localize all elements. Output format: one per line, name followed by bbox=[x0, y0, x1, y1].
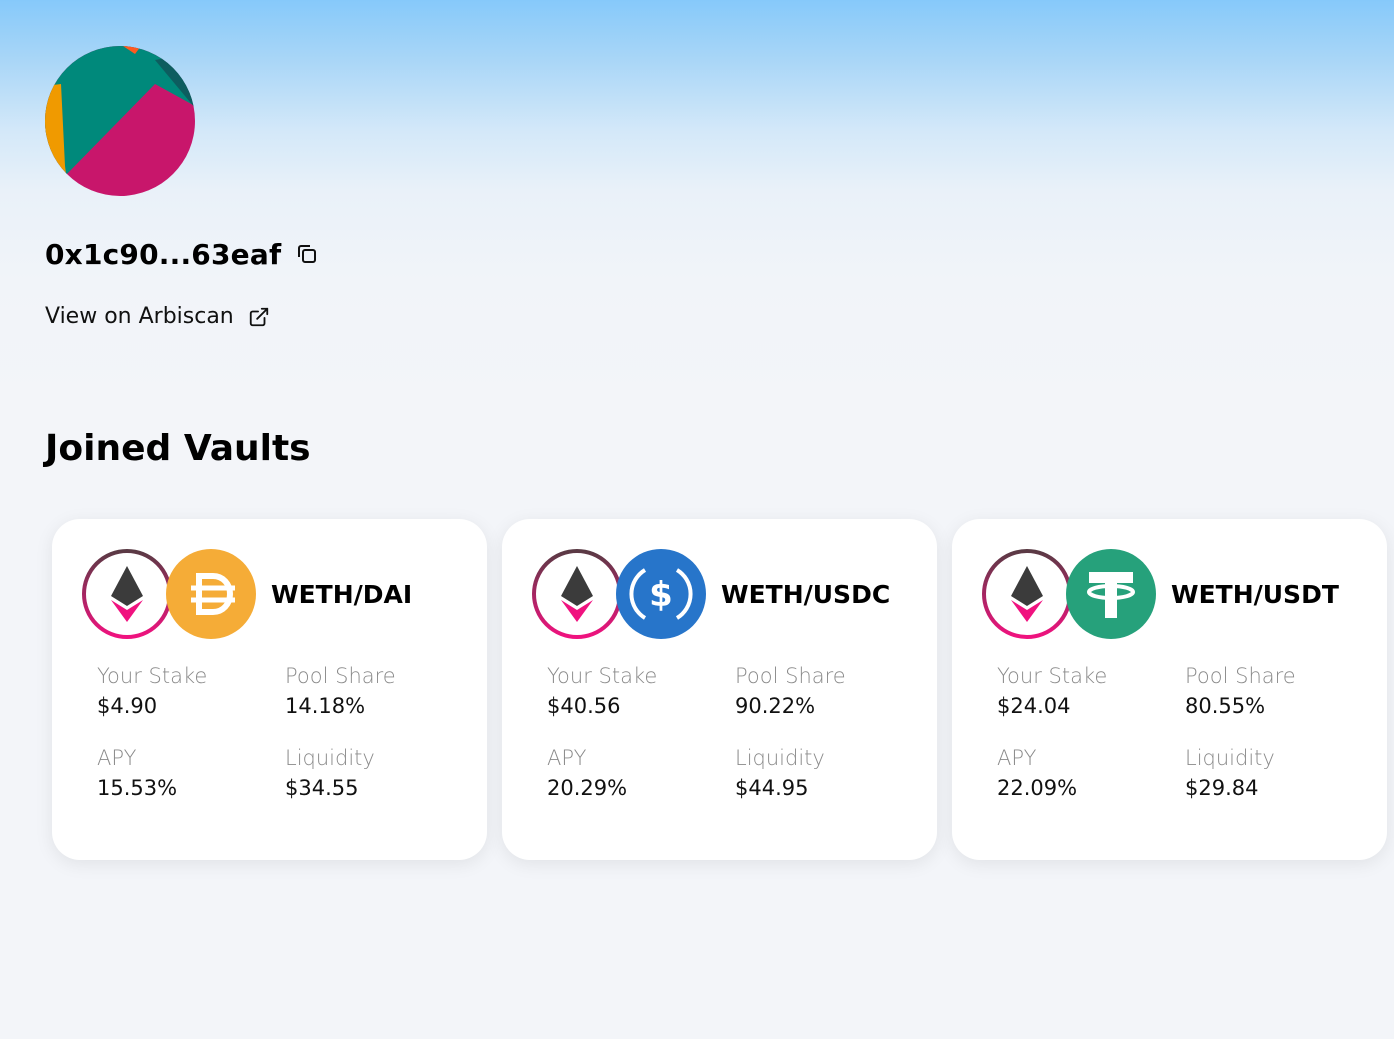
stat-value: $4.90 bbox=[97, 694, 158, 718]
vault-stats: Your Stake $24.04 Pool Share 80.55% APY … bbox=[997, 664, 1373, 800]
stat-liquidity: Liquidity $44.95 bbox=[735, 746, 923, 800]
svg-text:$: $ bbox=[649, 575, 673, 615]
vault-stats: Your Stake $40.56 Pool Share 90.22% APY … bbox=[547, 664, 923, 800]
stat-label: Liquidity bbox=[1185, 746, 1275, 770]
stat-label: APY bbox=[997, 746, 1037, 770]
stat-label: Your Stake bbox=[997, 664, 1108, 688]
stat-your-stake: Your Stake $24.04 bbox=[997, 664, 1185, 718]
stat-value: $24.04 bbox=[997, 694, 1071, 718]
avatar bbox=[45, 46, 195, 196]
vault-card-header: WETH/USDT bbox=[981, 548, 1339, 640]
weth-icon bbox=[981, 548, 1073, 640]
wallet-address: 0x1c90...63eaf bbox=[45, 237, 282, 271]
weth-icon bbox=[531, 548, 623, 640]
stat-value: 14.18% bbox=[285, 694, 366, 718]
stat-your-stake: Your Stake $4.90 bbox=[97, 664, 285, 718]
vault-pair-name: WETH/USDT bbox=[1171, 579, 1339, 609]
stat-pool-share: Pool Share 90.22% bbox=[735, 664, 923, 718]
stat-pool-share: Pool Share 80.55% bbox=[1185, 664, 1373, 718]
vault-stats: Your Stake $4.90 Pool Share 14.18% APY 1… bbox=[97, 664, 473, 800]
section-title: Joined Vaults bbox=[45, 428, 311, 469]
stat-label: APY bbox=[97, 746, 137, 770]
arbiscan-link-label: View on Arbiscan bbox=[45, 304, 234, 329]
stat-value: $29.84 bbox=[1185, 776, 1259, 800]
stat-label: Your Stake bbox=[97, 664, 208, 688]
copy-icon[interactable] bbox=[295, 242, 319, 266]
stat-apy: APY 15.53% bbox=[97, 746, 285, 800]
vault-cards: WETH/DAI Your Stake $4.90 Pool Share 14.… bbox=[52, 519, 1387, 860]
vault-card-header: WETH/DAI bbox=[81, 548, 412, 640]
stat-label: Pool Share bbox=[735, 664, 846, 688]
stat-value: $40.56 bbox=[547, 694, 621, 718]
vault-card-header: $ WETH/USDC bbox=[531, 548, 890, 640]
stat-your-stake: Your Stake $40.56 bbox=[547, 664, 735, 718]
stat-value: 90.22% bbox=[735, 694, 816, 718]
stat-value: 15.53% bbox=[97, 776, 178, 800]
stat-pool-share: Pool Share 14.18% bbox=[285, 664, 473, 718]
external-link-icon bbox=[248, 306, 270, 328]
stat-value: $44.95 bbox=[735, 776, 809, 800]
stat-apy: APY 22.09% bbox=[997, 746, 1185, 800]
vault-pair-name: WETH/DAI bbox=[271, 579, 413, 609]
weth-icon bbox=[81, 548, 173, 640]
stat-value: 20.29% bbox=[547, 776, 628, 800]
stat-value: 80.55% bbox=[1185, 694, 1266, 718]
usdc-icon: $ bbox=[615, 548, 707, 640]
dai-icon bbox=[165, 548, 257, 640]
stat-liquidity: Liquidity $29.84 bbox=[1185, 746, 1373, 800]
stat-label: Your Stake bbox=[547, 664, 658, 688]
stat-label: Pool Share bbox=[285, 664, 396, 688]
vault-card-weth-usdt[interactable]: WETH/USDT Your Stake $24.04 Pool Share 8… bbox=[952, 519, 1387, 860]
address-row: 0x1c90...63eaf bbox=[45, 236, 319, 272]
stat-liquidity: Liquidity $34.55 bbox=[285, 746, 473, 800]
vault-card-weth-usdc[interactable]: $ WETH/USDC Your Stake $40.56 Pool Share… bbox=[502, 519, 937, 860]
view-on-arbiscan-link[interactable]: View on Arbiscan bbox=[45, 304, 270, 329]
stat-label: Liquidity bbox=[735, 746, 825, 770]
stat-value: 22.09% bbox=[997, 776, 1078, 800]
stat-value: $34.55 bbox=[285, 776, 359, 800]
usdt-icon bbox=[1065, 548, 1157, 640]
stat-label: APY bbox=[547, 746, 587, 770]
vault-pair-name: WETH/USDC bbox=[721, 579, 891, 609]
stat-apy: APY 20.29% bbox=[547, 746, 735, 800]
vault-card-weth-dai[interactable]: WETH/DAI Your Stake $4.90 Pool Share 14.… bbox=[52, 519, 487, 860]
stat-label: Pool Share bbox=[1185, 664, 1296, 688]
stat-label: Liquidity bbox=[285, 746, 375, 770]
